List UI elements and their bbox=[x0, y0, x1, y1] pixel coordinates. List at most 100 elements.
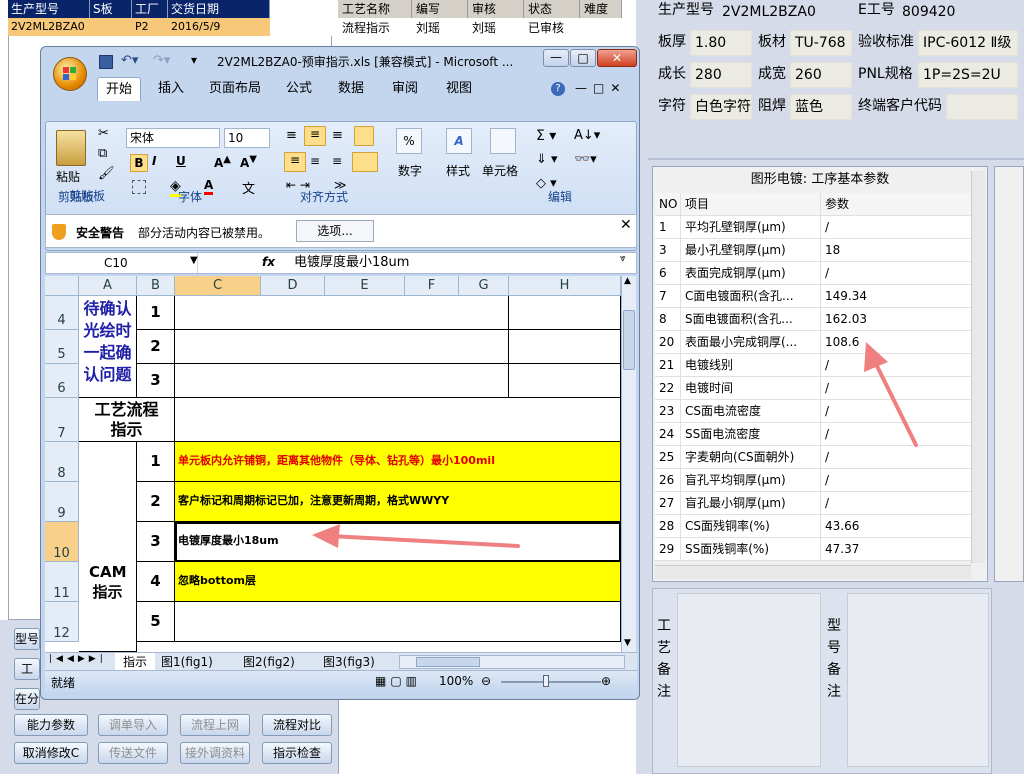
order-row[interactable]: 2V2ML2BZA0 P2 2016/5/9 bbox=[8, 18, 270, 36]
col-factory[interactable]: 工厂 bbox=[132, 0, 168, 18]
cell-H5[interactable] bbox=[509, 330, 621, 364]
autosum-icon[interactable]: Σ ▾ bbox=[536, 128, 556, 144]
zoom-level[interactable]: 100% bbox=[439, 674, 473, 688]
style-label[interactable]: 样式 bbox=[446, 162, 470, 179]
params-row[interactable]: 24 SS面电流密度 / bbox=[655, 423, 971, 446]
params-row[interactable]: 22 电镀时间 / bbox=[655, 377, 971, 400]
security-close-icon[interactable]: ✕ bbox=[620, 217, 632, 233]
align-right-icon[interactable]: ≡ bbox=[332, 154, 342, 168]
col-header-C[interactable]: C bbox=[175, 276, 261, 296]
sheet-tab-instruction[interactable]: 指示 bbox=[115, 653, 155, 671]
cell-C9[interactable]: 客户标记和周期标记已加，注意更新周期，格式WWYY bbox=[175, 482, 621, 522]
process-remark-field[interactable] bbox=[677, 593, 821, 767]
scroll-down-icon[interactable]: ▼ bbox=[624, 638, 631, 648]
cell-B5[interactable]: 2 bbox=[137, 330, 175, 364]
cell-C8[interactable]: 单元板内允许铺铜，距离其他物件（导体、钻孔等）最小100mil bbox=[175, 442, 621, 482]
tab-nav-icons[interactable]: |◀◀▶▶| bbox=[49, 654, 107, 664]
sheet-tab-fig1[interactable]: 图1(fig1) bbox=[161, 653, 213, 671]
cell-A8-merged[interactable]: CAM指示 bbox=[79, 442, 137, 652]
row-header-5[interactable]: 5 bbox=[45, 330, 79, 364]
cell-H6[interactable] bbox=[509, 364, 621, 398]
zoom-slider-thumb[interactable] bbox=[543, 675, 549, 687]
paste-icon[interactable] bbox=[56, 130, 86, 166]
cell-C12[interactable] bbox=[175, 602, 621, 642]
undo-icon[interactable]: ↶▾ bbox=[121, 53, 138, 68]
worksheet[interactable]: A B C D E F G H 4 5 6 7 8 9 10 11 12 待确认… bbox=[45, 276, 621, 652]
col-header-D[interactable]: D bbox=[261, 276, 325, 296]
col-header-E[interactable]: E bbox=[325, 276, 405, 296]
tab-review[interactable]: 审阅 bbox=[383, 77, 427, 101]
eno-field[interactable]: 809420 bbox=[898, 0, 1018, 26]
align-top-icon[interactable]: ≡ bbox=[286, 128, 297, 143]
cell-B10[interactable]: 3 bbox=[137, 522, 175, 562]
params-row[interactable]: 23 CS面电流密度 / bbox=[655, 400, 971, 423]
row-header-11[interactable]: 11 bbox=[45, 562, 79, 602]
formula-expand-icon[interactable]: ⩔ bbox=[620, 253, 626, 264]
align-middle-icon[interactable]: ≡ bbox=[304, 126, 326, 146]
col-reviewer[interactable]: 审核 bbox=[468, 0, 524, 18]
col-author[interactable]: 编写 bbox=[412, 0, 468, 18]
border-icon[interactable] bbox=[132, 180, 146, 194]
tab-home[interactable]: 开始 bbox=[97, 77, 141, 101]
cell-C5[interactable] bbox=[175, 330, 509, 364]
underline-button[interactable]: U bbox=[176, 154, 186, 168]
length-field[interactable]: 280 bbox=[690, 62, 752, 88]
tab-formulas[interactable]: 公式 bbox=[277, 77, 321, 101]
cells-icon[interactable] bbox=[490, 128, 516, 154]
cut-icon[interactable]: ✂ bbox=[98, 126, 109, 141]
customer-code-field[interactable] bbox=[946, 94, 1018, 120]
send-file-button[interactable]: 传送文件 bbox=[98, 742, 168, 764]
flow-upload-button[interactable]: 流程上网 bbox=[180, 714, 250, 736]
qat-customize-icon[interactable]: ▾ bbox=[191, 53, 197, 67]
mask-field[interactable]: 蓝色 bbox=[790, 94, 852, 120]
row-header-8[interactable]: 8 bbox=[45, 442, 79, 482]
model-remark-field[interactable] bbox=[847, 593, 989, 767]
name-box-dropdown-icon[interactable]: ▼ bbox=[190, 255, 198, 266]
params-row[interactable]: 7 C面电镀面积(含孔... 149.34 bbox=[655, 285, 971, 308]
font-name-select[interactable]: 宋体 bbox=[126, 128, 220, 148]
cell-C7[interactable] bbox=[175, 398, 621, 442]
office-button[interactable] bbox=[53, 57, 87, 91]
col-header-A[interactable]: A bbox=[79, 276, 137, 296]
tab-view[interactable]: 视图 bbox=[437, 77, 481, 101]
excel-titlebar[interactable]: ↶▾ ↷▾ ▾ 2V2ML2BZA0-预审指示.xls [兼容模式] - Mic… bbox=[41, 47, 639, 91]
bold-button[interactable]: B bbox=[130, 154, 148, 172]
number-label[interactable]: 数字 bbox=[398, 162, 422, 179]
col-s-board[interactable]: S板 bbox=[90, 0, 132, 18]
thickness-field[interactable]: 1.80 bbox=[690, 30, 752, 56]
zoom-in-icon[interactable]: ⊕ bbox=[601, 674, 611, 688]
standard-field[interactable]: IPC-6012 Ⅱ级 bbox=[918, 30, 1018, 56]
process-row[interactable]: 流程指示 刘瑶 刘瑶 已审核 bbox=[338, 18, 622, 38]
sheet-tab-fig2[interactable]: 图2(fig2) bbox=[243, 653, 295, 671]
align-center-icon[interactable]: ≡ bbox=[310, 154, 320, 168]
row-header-9[interactable]: 9 bbox=[45, 482, 79, 522]
params-row[interactable]: 3 最小孔壁铜厚(μm) 18 bbox=[655, 239, 971, 262]
number-format-icon[interactable]: % bbox=[396, 128, 422, 154]
col-header-F[interactable]: F bbox=[405, 276, 459, 296]
phonetic-icon[interactable]: 文 bbox=[242, 178, 255, 197]
cell-H4[interactable] bbox=[509, 296, 621, 330]
col-delivery[interactable]: 交货日期 bbox=[168, 0, 270, 18]
flow-compare-button[interactable]: 流程对比 bbox=[262, 714, 332, 736]
row-header-7[interactable]: 7 bbox=[45, 398, 79, 442]
col-status[interactable]: 状态 bbox=[524, 0, 580, 18]
maximize-button[interactable]: □ bbox=[570, 49, 596, 67]
params-row[interactable]: 6 表面完成铜厚(μm) / bbox=[655, 262, 971, 285]
row-header-6[interactable]: 6 bbox=[45, 364, 79, 398]
save-icon[interactable] bbox=[99, 55, 113, 69]
redo-icon[interactable]: ↷▾ bbox=[153, 53, 170, 68]
params-row[interactable]: 21 电镀线别 / bbox=[655, 354, 971, 377]
check-instruction-button[interactable]: 指示检查 bbox=[262, 742, 332, 764]
params-vscroll[interactable] bbox=[971, 171, 985, 563]
cell-C11[interactable]: 忽略bottom层 bbox=[175, 562, 621, 602]
formula-input[interactable]: 电镀厚度最小18um bbox=[294, 253, 409, 273]
help-icon[interactable]: ? bbox=[551, 82, 565, 96]
wrap-text-icon[interactable] bbox=[354, 126, 374, 146]
row-header-4[interactable]: 4 bbox=[45, 296, 79, 330]
col-difficulty[interactable]: 难度 bbox=[580, 0, 622, 18]
minimize-button[interactable]: — bbox=[543, 49, 569, 67]
model-button[interactable]: 型号 bbox=[14, 628, 40, 650]
material-field[interactable]: TU-768 bbox=[790, 30, 852, 56]
scroll-up-icon[interactable]: ▲ bbox=[624, 276, 631, 286]
pnl-field[interactable]: 1P=2S=2U bbox=[918, 62, 1018, 88]
